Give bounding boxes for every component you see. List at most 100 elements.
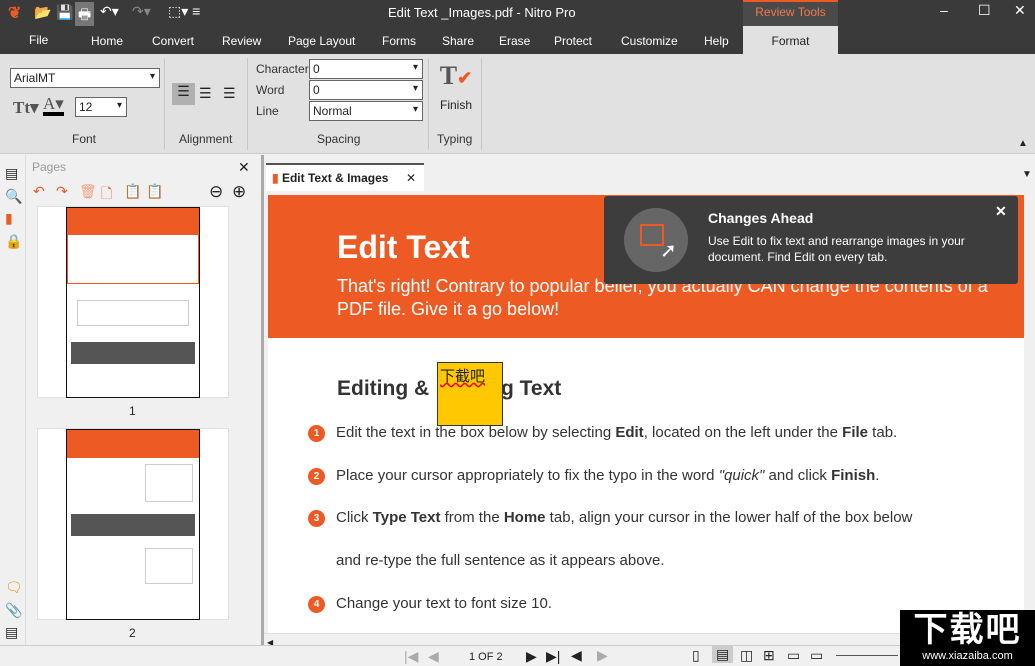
finish-button[interactable]: T✔ Finish: [436, 61, 476, 113]
tab-forms[interactable]: Forms: [382, 34, 416, 48]
rotate-left-icon[interactable]: ↶: [33, 183, 45, 200]
font-size-select[interactable]: 12: [75, 97, 127, 117]
maximize-button[interactable]: ☐: [978, 2, 991, 19]
insert-page-icon[interactable]: 🗋: [101, 183, 112, 207]
line-spacing-select[interactable]: Normal: [309, 101, 423, 121]
align-center-icon[interactable]: ☰: [199, 85, 212, 102]
zoom-in-icon[interactable]: ⊕: [232, 182, 246, 202]
tab-home[interactable]: Home: [91, 34, 123, 48]
undo-icon[interactable]: ↶▾: [100, 3, 119, 20]
close-tab-icon[interactable]: ✕: [406, 171, 416, 185]
nitro-logo-icon: ❦: [8, 5, 22, 22]
status-bar: |◀ ◀ 1 OF 2 ▶ ▶| ◀ ▶ ▯ ▤ ◫ ⊞ ▭ ▭: [0, 645, 1035, 666]
word-spacing-select[interactable]: 0: [309, 80, 423, 100]
open-icon[interactable]: 📂: [34, 4, 51, 21]
tab-list-icon[interactable]: ▼: [1022, 169, 1032, 180]
facing-view-icon[interactable]: ◫: [740, 647, 753, 664]
overlay-text: 下截吧: [440, 368, 486, 385]
delete-page-icon[interactable]: 🗑: [79, 183, 97, 200]
spacing-group-label: Spacing: [317, 132, 361, 146]
align-right-icon[interactable]: ☰: [223, 85, 236, 102]
finish-icon: T✔: [439, 61, 473, 90]
minimize-button[interactable]: –: [940, 2, 948, 18]
step-text: Place your cursor appropriately to fix t…: [336, 467, 880, 484]
redo-icon[interactable]: ↷▾: [132, 3, 151, 20]
grid-view-icon[interactable]: ⊞: [763, 647, 775, 664]
tab-erase[interactable]: Erase: [499, 34, 530, 48]
font-color-icon[interactable]: A▾: [43, 95, 64, 116]
menu-bar: File Home Convert Review Page Layout For…: [0, 26, 1035, 54]
edit-text-box[interactable]: 下截吧: [437, 362, 503, 426]
font-name-select[interactable]: ArialMT: [10, 68, 160, 88]
tab-review[interactable]: Review: [222, 34, 261, 48]
step-text: Click Type Text from the Home tab, align…: [336, 509, 913, 526]
step-text: and re-type the full sentence as it appe…: [336, 552, 665, 569]
line-label: Line: [256, 104, 279, 118]
fullscreen-icon[interactable]: ▭: [787, 647, 800, 664]
page-indicator[interactable]: 1 OF 2: [469, 651, 503, 663]
forward-view-icon[interactable]: ▶: [597, 647, 608, 664]
instruction-step: 4 Change your text to font size 10.: [308, 595, 552, 613]
step-number-badge: 2: [308, 468, 325, 485]
continuous-view-icon[interactable]: ▤: [712, 646, 734, 663]
close-toast-icon[interactable]: ✕: [995, 203, 1007, 220]
typing-group-label: Typing: [437, 132, 473, 146]
watermark-logo: 下载吧 www.xiazaiba.com: [900, 610, 1035, 666]
back-view-icon[interactable]: ◀: [571, 647, 582, 664]
search-panel-icon[interactable]: 🔍: [5, 188, 22, 205]
output-icon[interactable]: ▤: [5, 624, 18, 641]
document-tab[interactable]: ▮ Edit Text & Images ✕: [266, 163, 424, 191]
tab-format[interactable]: Format: [743, 26, 838, 54]
character-spacing-select[interactable]: 0: [309, 59, 423, 79]
tab-page-layout[interactable]: Page Layout: [288, 34, 355, 48]
extract-page-icon[interactable]: 📋: [124, 183, 141, 200]
text-style-icon[interactable]: Tt▾: [13, 98, 39, 118]
pages-panel-title: Pages: [32, 160, 67, 174]
finish-label: Finish: [439, 98, 472, 112]
zoom-out-icon[interactable]: ⊖: [209, 182, 223, 202]
tab-protect[interactable]: Protect: [554, 34, 592, 48]
toast-title: Changes Ahead: [708, 210, 814, 226]
close-button[interactable]: ✕: [1014, 2, 1026, 19]
save-icon[interactable]: 💾: [56, 4, 73, 21]
align-left-icon[interactable]: ☰: [172, 83, 195, 105]
left-sidebar: ▤ 🔍 ▮ 🔒 🗨 📎 ▤: [0, 155, 26, 645]
instruction-step: 2 Place your cursor appropriately to fix …: [308, 467, 880, 485]
tab-file[interactable]: File: [29, 33, 48, 47]
tab-share[interactable]: Share: [442, 34, 474, 48]
replace-page-icon[interactable]: 📋: [146, 183, 163, 200]
alignment-group-label: Alignment: [179, 132, 233, 146]
instruction-step: 1 Edit the text in the box below by selec…: [308, 424, 897, 442]
font-group-label: Font: [72, 132, 97, 146]
previous-page-icon[interactable]: ◀: [428, 648, 439, 665]
step-number-badge: 1: [308, 425, 325, 442]
document-tab-label: Edit Text & Images: [281, 171, 389, 185]
page-label-1: 1: [129, 404, 136, 418]
rotate-right-icon[interactable]: ↷: [56, 183, 68, 200]
zoom-slider[interactable]: [836, 655, 898, 656]
tab-help[interactable]: Help: [704, 34, 729, 48]
first-page-icon[interactable]: |◀: [404, 648, 418, 665]
next-page-icon[interactable]: ▶: [526, 648, 537, 665]
comments-icon[interactable]: 🗨: [5, 579, 23, 596]
page-thumbnail-2[interactable]: [37, 428, 229, 620]
instruction-step: and re-type the full sentence as it appe…: [336, 552, 665, 569]
instruction-step: 3 Click Type Text from the Home tab, alig…: [308, 509, 913, 527]
edit-cursor-icon: ➚: [624, 208, 688, 272]
single-page-view-icon[interactable]: ▯: [692, 647, 700, 664]
character-label: Character: [256, 62, 309, 76]
tab-customize[interactable]: Customize: [621, 34, 678, 48]
attachments-icon[interactable]: 📎: [5, 602, 22, 619]
pdf-icon: ▮: [272, 171, 279, 185]
tab-convert[interactable]: Convert: [152, 34, 194, 48]
close-panel-icon[interactable]: ✕: [238, 159, 250, 176]
select-icon[interactable]: ⬚▾ ≡: [168, 3, 200, 20]
page-thumbnail-1[interactable]: [37, 206, 229, 398]
collapse-ribbon-icon[interactable]: ▲: [1018, 138, 1028, 149]
security-icon[interactable]: 🔒: [5, 233, 22, 250]
bookmarks-icon[interactable]: ▮: [5, 210, 13, 227]
last-page-icon[interactable]: ▶|: [546, 648, 560, 665]
window-title: Edit Text _Images.pdf - Nitro Pro: [388, 5, 576, 20]
pages-panel-icon[interactable]: ▤: [5, 165, 18, 182]
presentation-icon[interactable]: ▭: [810, 647, 823, 664]
